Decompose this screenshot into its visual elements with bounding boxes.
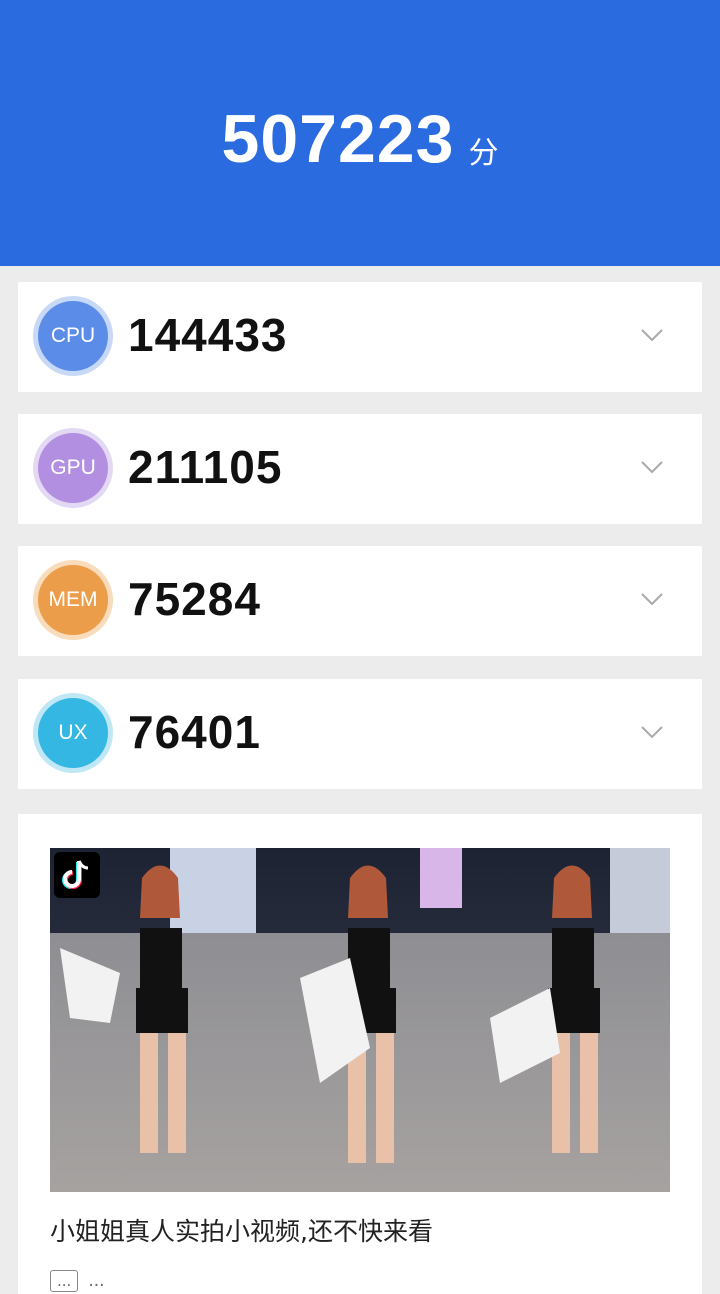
ux-badge: UX: [38, 698, 108, 768]
tiktok-logo-icon: [54, 852, 100, 898]
score-card-mem[interactable]: MEM 75284: [18, 546, 702, 656]
cpu-badge: CPU: [38, 301, 108, 371]
ad-tag: ...: [50, 1270, 79, 1292]
ad-source: ...: [88, 1271, 105, 1291]
chevron-down-icon[interactable]: [640, 588, 664, 612]
score-card-ux[interactable]: UX 76401: [18, 679, 702, 789]
total-score: 507223: [221, 101, 455, 177]
gpu-badge: GPU: [38, 433, 108, 503]
gpu-badge-label: GPU: [50, 456, 96, 479]
ux-badge-label: UX: [58, 721, 88, 744]
cpu-score: 144433: [128, 309, 288, 361]
ad-meta: ... ...: [50, 1270, 105, 1292]
mem-badge: MEM: [38, 565, 108, 635]
ad-title[interactable]: 小姐姐真人实拍小视频,还不快来看: [50, 1212, 433, 1248]
total-score-unit: 分: [468, 136, 499, 171]
score-card-gpu[interactable]: GPU 211105: [18, 414, 702, 524]
cpu-badge-label: CPU: [50, 324, 96, 347]
chevron-down-icon[interactable]: [640, 721, 664, 745]
chevron-down-icon[interactable]: [640, 324, 664, 348]
chevron-down-icon[interactable]: [640, 456, 664, 480]
mem-score: 75284: [128, 573, 261, 625]
gpu-score: 211105: [128, 441, 283, 493]
ad-card[interactable]: 小姐姐真人实拍小视频,还不快来看 ... ...: [18, 814, 702, 1294]
ad-video-preview: [50, 848, 670, 1192]
ad-image[interactable]: [50, 848, 670, 1192]
mem-badge-label: MEM: [48, 588, 98, 611]
ux-score: 76401: [128, 706, 261, 758]
total-score-header: 507223 分: [0, 0, 720, 266]
score-card-cpu[interactable]: CPU 144433: [18, 282, 702, 392]
